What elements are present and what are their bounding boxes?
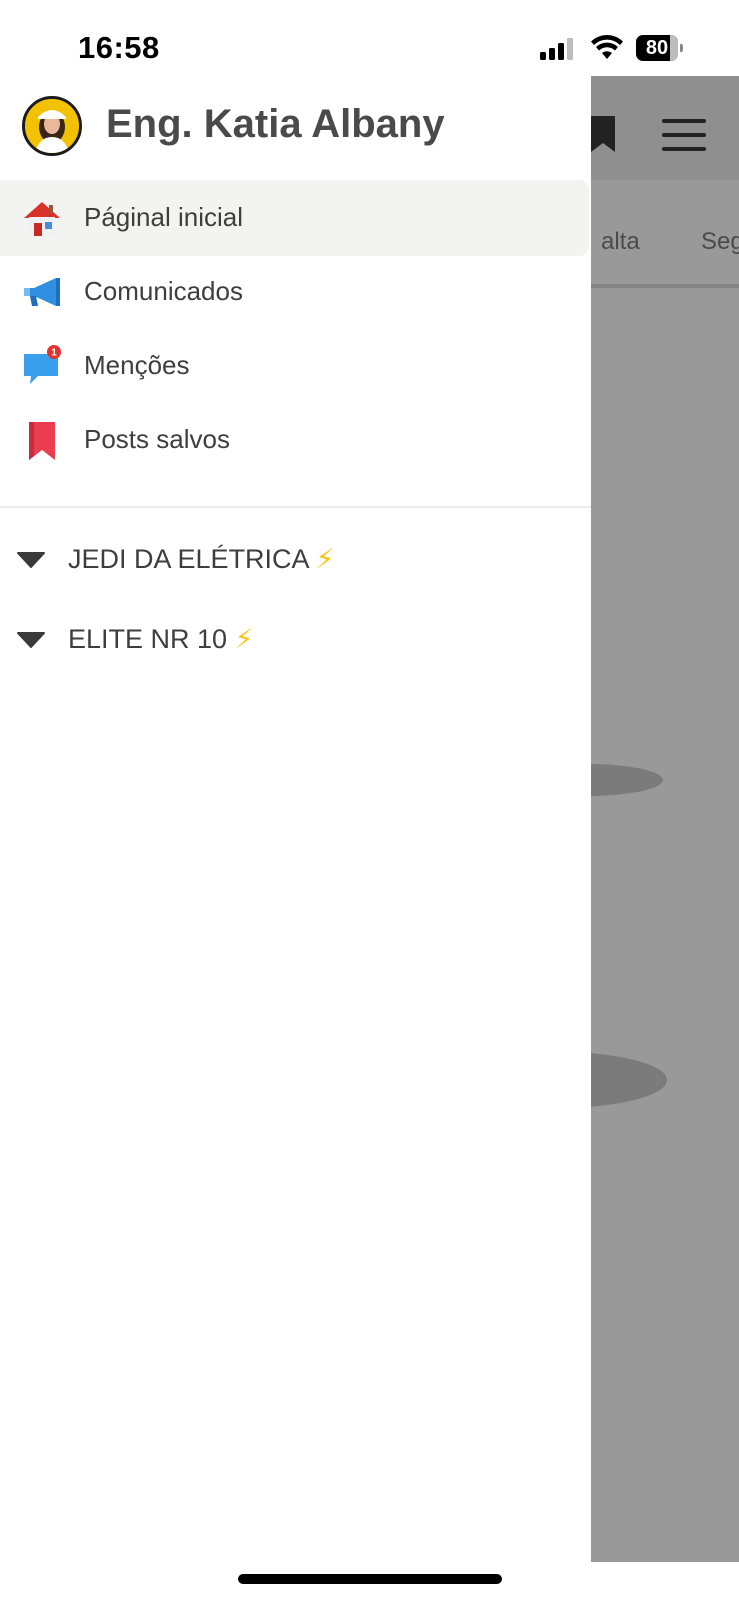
nav-item-label: Páginal inicial [84,202,243,232]
nav-item-label: Posts salvos [84,424,230,454]
caret-down-icon[interactable] [16,630,46,650]
battery-level: 80 [645,37,669,59]
tab-underline [591,284,739,288]
nav-item-mentions[interactable]: 1 Menções [0,328,589,404]
lightning-bolt-icon: ⚡ [234,624,254,654]
background-tab: alta [601,228,640,255]
status-time: 16:58 [78,30,160,65]
megaphone-icon [24,278,60,306]
background-tab: Seg [701,228,739,255]
cellular-signal-icon [540,38,576,60]
navigation-drawer: Eng. Katia Albany Páginal inicial Comuni… [0,76,591,1562]
caret-down-icon[interactable] [16,550,46,570]
user-name: Eng. Katia Albany [106,102,445,146]
nav-item-saved-posts[interactable]: Posts salvos [0,402,589,478]
group-elite-nr-10[interactable]: ELITE NR 10 ⚡ [0,608,591,672]
drawer-divider [0,506,591,508]
group-label: ELITE NR 10 ⚡ [68,624,254,654]
group-jedi-da-eletrica[interactable]: JEDI DA ELÉTRICA ⚡ [0,528,591,592]
avatar[interactable] [22,96,82,156]
wifi-icon [591,35,623,59]
house-icon [24,202,60,236]
home-indicator[interactable] [238,1574,502,1584]
mentions-badge-count: 1 [51,348,57,359]
speech-bubble-icon: 1 [24,345,61,384]
lightning-bolt-icon: ⚡ [315,544,335,574]
nav-item-announcements[interactable]: Comunicados [0,254,589,330]
user-profile[interactable]: Eng. Katia Albany [22,96,582,160]
battery-icon: 80 [636,35,684,61]
group-label: JEDI DA ELÉTRICA ⚡ [68,544,335,574]
status-bar: 16:58 80 [0,0,739,76]
background-app-overlay[interactable]: alta Seg [451,76,739,1562]
hamburger-menu-icon [662,119,706,151]
bookmark-icon [29,422,55,460]
nav-item-home[interactable]: Páginal inicial [0,180,589,256]
bookmark-icon [591,116,615,152]
nav-item-label: Comunicados [84,276,243,306]
background-header [591,76,739,180]
nav-item-label: Menções [84,350,190,380]
